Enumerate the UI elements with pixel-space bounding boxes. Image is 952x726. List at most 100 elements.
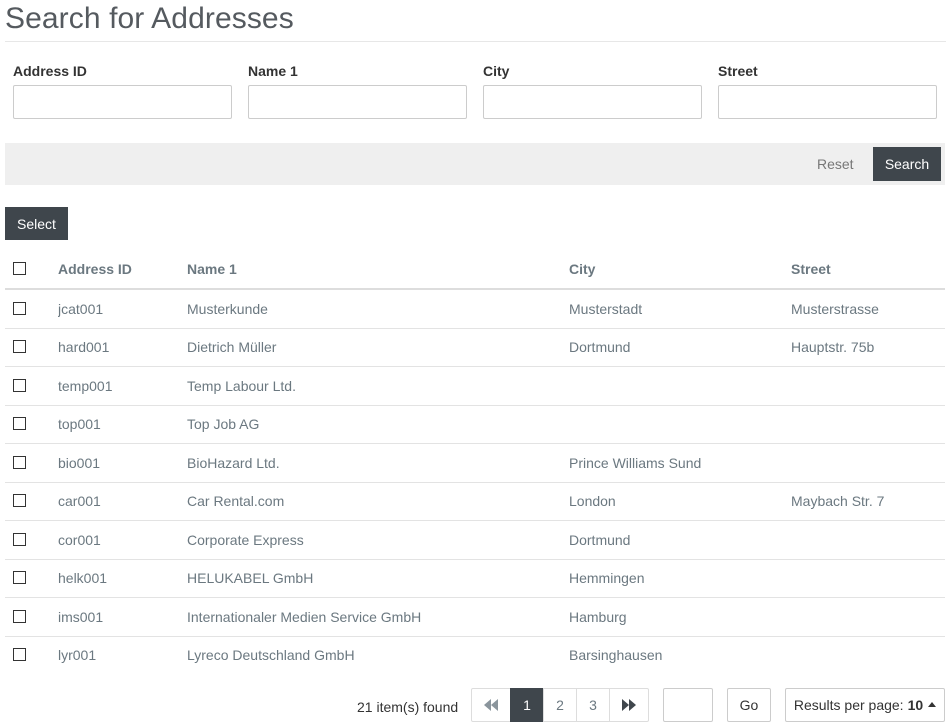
cell-street [791,443,945,483]
cell-address-id: helk001 [58,559,187,598]
go-button[interactable]: Go [727,688,771,722]
cell-name1: HELUKABEL GmbH [187,559,569,598]
table-row[interactable]: cor001 Corporate Express Dortmund [5,520,945,560]
page-1-button[interactable]: 1 [510,688,544,722]
cell-address-id: cor001 [58,520,187,560]
row-checkbox[interactable] [13,417,26,431]
address-id-label: Address ID [13,63,87,79]
table-row[interactable]: lyr001 Lyreco Deutschland GmbH Barsingha… [5,636,945,674]
cell-address-id: lyr001 [58,647,97,664]
table-row[interactable]: top001 Top Job AG [5,405,945,444]
first-page-button[interactable] [471,688,511,722]
cell-street: Maybach Str. 7 [791,482,945,521]
cell-name1: Lyreco Deutschland GmbH [187,647,355,664]
cell-address-id: ims001 [58,597,187,637]
table-row[interactable]: car001 Car Rental.com London Maybach Str… [5,482,945,521]
cell-name1: Temp Labour Ltd. [187,366,569,406]
cell-city: Barsinghausen [569,647,663,664]
row-checkbox-cell [5,366,58,406]
address-id-input[interactable] [13,85,232,119]
page-2-button[interactable]: 2 [543,688,577,722]
row-checkbox[interactable] [13,609,26,623]
title-divider [5,41,946,42]
reset-button[interactable]: Reset [817,156,854,172]
street-input[interactable] [718,85,937,119]
column-header-address-id[interactable]: Address ID [58,250,187,290]
select-button[interactable]: Select [5,207,68,240]
cell-address-id: top001 [58,405,187,444]
row-checkbox[interactable] [13,648,26,662]
cell-city: Hamburg [569,597,791,637]
row-checkbox[interactable] [13,378,26,392]
cell-street [791,559,945,598]
cell-name1: Dietrich Müller [187,328,569,367]
cell-city: London [569,482,791,521]
row-checkbox[interactable] [13,532,26,546]
name1-input[interactable] [248,85,467,119]
cell-city [569,366,791,406]
page-title: Search for Addresses [5,2,294,35]
cell-street [791,636,945,674]
row-checkbox-cell [5,405,58,444]
row-checkbox[interactable] [13,571,26,585]
table-row[interactable]: helk001 HELUKABEL GmbH Hemmingen [5,559,945,598]
caret-up-icon [928,701,937,707]
results-per-page-dropdown[interactable]: Results per page: 10 [785,688,945,722]
cell-street: Musterstrasse [791,289,945,329]
row-checkbox-cell [5,443,58,483]
row-checkbox-cell [5,289,58,329]
table-row[interactable]: jcat001 Musterkunde Musterstadt Musterst… [5,289,945,329]
street-label: Street [718,63,758,79]
row-checkbox[interactable] [13,455,26,469]
table-row[interactable]: bio001 BioHazard Ltd. Prince Williams Su… [5,443,945,483]
cell-name1: Top Job AG [187,405,569,444]
column-header-street[interactable]: Street [791,250,945,290]
row-checkbox[interactable] [13,301,26,315]
page-number-input[interactable] [663,688,713,722]
row-checkbox[interactable] [13,340,26,354]
last-page-button[interactable] [609,688,649,722]
city-input[interactable] [483,85,702,119]
cell-address-id: car001 [58,482,187,521]
name1-label: Name 1 [248,63,298,79]
pagination: 1 2 3 [471,688,649,722]
table-row[interactable]: hard001 Dietrich Müller Dortmund Hauptst… [5,328,945,367]
first-page-icon [484,699,498,711]
cell-city: Musterstadt [569,289,791,329]
cell-name1: Car Rental.com [187,482,569,521]
cell-name1: Internationaler Medien Service GmbH [187,597,569,637]
city-label: City [483,63,510,79]
column-header-city[interactable]: City [569,250,791,290]
cell-address-id: hard001 [58,328,187,367]
cell-name1: Musterkunde [187,289,569,329]
items-found-count: 21 item(s) found [357,699,459,715]
table-row[interactable]: temp001 Temp Labour Ltd. [5,366,945,406]
cell-street [791,366,945,406]
row-checkbox-cell [5,559,58,598]
search-button[interactable]: Search [873,147,941,181]
results-per-page-label: Results per page: [793,697,904,713]
table-row[interactable]: ims001 Internationaler Medien Service Gm… [5,597,945,637]
column-header-name1[interactable]: Name 1 [187,250,569,290]
results-per-page-value: 10 [907,697,924,713]
table-header-row: Address ID Name 1 City Street [5,250,945,290]
cell-name1: Corporate Express [187,520,569,560]
cell-address-id: bio001 [58,443,187,483]
cell-city: Prince Williams Sund [569,443,791,483]
cell-city: Dortmund [569,328,791,367]
select-all-checkbox[interactable] [13,261,26,275]
last-page-icon [622,699,636,711]
select-all-cell [5,250,58,290]
results-table: Address ID Name 1 City Street jcat001 Mu… [5,250,945,674]
row-checkbox-cell [5,328,58,367]
cell-street [791,405,945,444]
cell-address-id: jcat001 [58,289,187,329]
cell-city [569,405,791,444]
cell-street: Hauptstr. 75b [791,328,945,367]
cell-address-id: temp001 [58,366,187,406]
row-checkbox-cell [5,482,58,521]
page-3-button[interactable]: 3 [576,688,610,722]
cell-street [791,520,945,560]
row-checkbox[interactable] [13,494,26,508]
search-action-bar [5,143,945,185]
